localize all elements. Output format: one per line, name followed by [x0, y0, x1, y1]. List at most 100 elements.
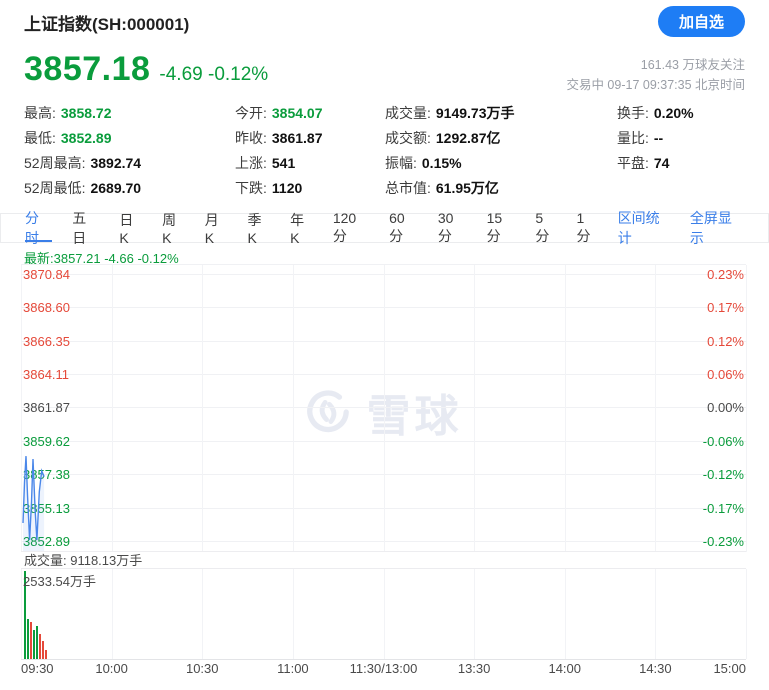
add-watchlist-button[interactable]: 加自选 — [658, 6, 745, 37]
stat-value: 3858.72 — [61, 105, 112, 121]
followers-count: 161.43 万球友关注 — [566, 55, 745, 75]
stat-item: 上涨: 541 — [235, 151, 385, 176]
current-price: 3857.18 — [24, 50, 150, 89]
stat-value: 3861.87 — [272, 130, 323, 146]
x-axis-time-label: 10:00 — [95, 661, 128, 676]
stat-item: 振幅: 0.15% — [385, 151, 617, 176]
v-gridline — [655, 569, 656, 659]
stat-label: 成交量: — [385, 105, 431, 121]
stat-item: 昨收: 3861.87 — [235, 126, 385, 151]
stat-label: 52周最高: — [24, 155, 85, 171]
stat-label: 下跌: — [235, 180, 267, 196]
stat-label: 52周最低: — [24, 180, 85, 196]
tab-五日[interactable]: 五日 — [72, 214, 99, 242]
link-全屏显示[interactable]: 全屏显示 — [690, 214, 744, 242]
stat-label: 量比: — [617, 130, 649, 146]
stat-item: 成交量:9149.73万手 — [385, 101, 617, 126]
v-gridline — [474, 569, 475, 659]
stat-item: 成交额: 1292.87亿 — [385, 126, 617, 151]
stat-value: 541 — [272, 155, 295, 171]
tab-5分[interactable]: 5分 — [535, 214, 556, 242]
volume-bar — [45, 650, 47, 659]
volume-bar — [39, 634, 41, 660]
tab-120分[interactable]: 120分 — [333, 214, 369, 242]
stat-item: 最高: 3858.72 — [24, 101, 235, 126]
v-gridline — [384, 569, 385, 659]
stat-value: 3854.07 — [272, 105, 323, 121]
v-gridline — [21, 569, 22, 659]
v-gridline — [202, 569, 203, 659]
volume-bar — [30, 622, 32, 659]
stats-column-4: 换手: 0.20% 量比: -- 平盘: 74 — [617, 101, 745, 201]
tab-日K[interactable]: 日K — [119, 214, 142, 242]
stats-column-1: 最高: 3858.72 最低: 3852.89 52周最高: 3892.74 52周最低:2… — [24, 101, 235, 201]
stat-item: 量比: -- — [617, 126, 745, 151]
stat-value: 1292.87亿 — [436, 130, 501, 146]
x-axis-time-label: 13:30 — [458, 661, 491, 676]
stats-column-3: 成交量:9149.73万手成交额: 1292.87亿振幅: 0.15% 总市值: 61.… — [385, 101, 617, 201]
stat-value: 3892.74 — [90, 155, 141, 171]
stat-label: 最低: — [24, 130, 56, 146]
tab-季K[interactable]: 季K — [247, 214, 270, 242]
price-chart-pane[interactable]: 雪球 3870.840.23%3868.600.17%3866.350.12%3… — [21, 264, 746, 552]
stat-item: 52周最低:2689.70 — [24, 176, 235, 201]
tab-15分[interactable]: 15分 — [487, 214, 516, 242]
page-title: 上证指数(SH:000001) — [24, 10, 189, 35]
stat-label: 换手: — [617, 105, 649, 121]
stat-value: 1120 — [272, 180, 302, 196]
volume-label-row: 成交量: 9118.13万手 — [21, 551, 746, 569]
price-row: 3857.18 -4.69 -0.12% — [24, 50, 268, 89]
x-axis-time-label: 14:30 — [639, 661, 672, 676]
stat-item: 今开:3854.07 — [235, 101, 385, 126]
intraday-price-line — [21, 265, 746, 552]
stat-label: 昨收: — [235, 130, 267, 146]
tab-1分[interactable]: 1分 — [577, 214, 598, 242]
volume-bar — [42, 641, 44, 659]
stat-label: 平盘: — [617, 155, 649, 171]
time-axis: 09:3010:0010:3011:0011:30/13:0013:3014:0… — [21, 661, 746, 679]
v-gridline — [746, 569, 747, 659]
tab-30分[interactable]: 30分 — [438, 214, 467, 242]
stat-value: 61.95万亿 — [436, 180, 499, 196]
stat-label: 成交额: — [385, 130, 431, 146]
stats-grid: 最高: 3858.72 最低: 3852.89 52周最高: 3892.74 52周最低:2… — [24, 101, 745, 201]
tab-年K[interactable]: 年K — [290, 214, 313, 242]
x-axis-time-label: 11:30/13:00 — [350, 661, 418, 676]
x-axis-time-label: 11:00 — [277, 661, 309, 676]
stat-value: 0.20% — [654, 105, 694, 121]
period-tabbar: 分时五日日K 周K 月K 季K 年K 120分 60分 30分 15分 5分 1分区间统计全屏显示 — [0, 213, 769, 243]
link-区间统计[interactable]: 区间统计 — [618, 214, 672, 242]
volume-chart-pane[interactable]: 2533.54万手 — [21, 568, 746, 660]
stat-item: 换手: 0.20% — [617, 101, 745, 126]
stat-value: 3852.89 — [61, 130, 112, 146]
tab-月K[interactable]: 月K — [205, 214, 228, 242]
chart-action-links: 区间统计全屏显示 — [618, 214, 744, 242]
x-axis-time-label: 09:30 — [21, 661, 54, 676]
stat-item: 平盘: 74 — [617, 151, 745, 176]
v-gridline — [746, 265, 747, 552]
stat-label: 最高: — [24, 105, 56, 121]
stat-item: 总市值: 61.95万亿 — [385, 176, 617, 201]
v-gridline — [112, 569, 113, 659]
tab-分时[interactable]: 分时 — [25, 214, 52, 242]
volume-bar — [36, 626, 38, 659]
tab-周K[interactable]: 周K — [162, 214, 185, 242]
volume-bar — [27, 619, 29, 660]
header-meta: 161.43 万球友关注 交易中 09-17 09:37:35 北京时间 — [566, 55, 745, 95]
stat-label: 总市值: — [385, 180, 431, 196]
stat-value: -- — [654, 130, 663, 146]
stat-label: 振幅: — [385, 155, 417, 171]
stat-value: 0.15% — [422, 155, 462, 171]
v-gridline — [565, 569, 566, 659]
stat-item: 最低: 3852.89 — [24, 126, 235, 151]
stat-label: 上涨: — [235, 155, 267, 171]
volume-scale-label: 2533.54万手 — [23, 571, 96, 590]
x-axis-time-label: 14:00 — [548, 661, 581, 676]
stat-value: 74 — [654, 155, 670, 171]
stat-item: 下跌: 1120 — [235, 176, 385, 201]
tab-60分[interactable]: 60分 — [389, 214, 418, 242]
volume-total-label: 成交量: 9118.13万手 — [24, 553, 142, 568]
trading-status: 交易中 09-17 09:37:35 北京时间 — [566, 75, 745, 95]
volume-bar — [33, 630, 35, 659]
v-gridline — [293, 569, 294, 659]
